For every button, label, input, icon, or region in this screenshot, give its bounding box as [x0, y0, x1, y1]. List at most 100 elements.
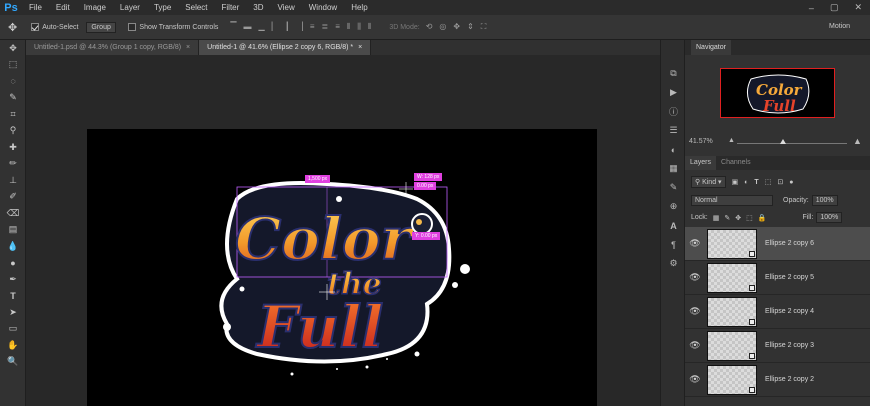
tab-close-icon[interactable]: × — [186, 44, 190, 51]
properties-panel-icon[interactable]: ☰ — [661, 121, 686, 140]
filter-type-icon[interactable]: T — [754, 179, 758, 186]
workspace-switcher[interactable]: Motion — [829, 23, 850, 30]
brush-panel-icon[interactable]: ✎ — [661, 178, 686, 197]
navigator-zoom-value[interactable]: 41.57% — [689, 138, 713, 145]
lock-all-icon[interactable]: 🔒 — [758, 214, 767, 222]
visibility-eye-icon[interactable]: 👁 — [685, 272, 705, 283]
3d-slide-icon[interactable]: ⇕ — [467, 22, 474, 32]
lasso-tool-icon[interactable]: ◌ — [0, 73, 26, 90]
dodge-tool-icon[interactable]: ● — [0, 255, 26, 272]
adjustments-panel-icon[interactable]: ◐ — [661, 140, 686, 159]
menu-image[interactable]: Image — [77, 0, 113, 15]
zoom-slider-handle[interactable] — [780, 139, 786, 144]
move-tool-icon[interactable]: ✥ — [0, 40, 26, 57]
character-panel-icon[interactable]: A — [661, 216, 686, 235]
menu-3d[interactable]: 3D — [246, 0, 270, 15]
align-bottom-icon[interactable]: ▁ — [259, 22, 265, 32]
filter-shape-icon[interactable]: ⬚ — [765, 178, 772, 186]
visibility-eye-icon[interactable]: 👁 — [685, 340, 705, 351]
zoom-slider[interactable] — [737, 143, 847, 144]
gradient-tool-icon[interactable]: ▤ — [0, 222, 26, 239]
3d-orbit-icon[interactable]: ⟲ — [426, 22, 433, 32]
hand-tool-icon[interactable]: ✋ — [0, 337, 26, 354]
layer-name[interactable]: Ellipse 2 copy 6 — [765, 240, 814, 247]
3d-roll-icon[interactable]: ◎ — [439, 22, 446, 32]
distribute-bottom-icon[interactable]: ≡ — [335, 22, 340, 32]
align-center-icon[interactable]: ┃ — [285, 22, 290, 32]
distribute-middle-icon[interactable]: ≣ — [322, 22, 329, 32]
close-button[interactable]: ✕ — [854, 2, 862, 13]
visibility-eye-icon[interactable]: 👁 — [685, 306, 705, 317]
blend-mode-select[interactable]: Normal — [691, 195, 773, 206]
tool-presets-panel-icon[interactable]: ⚙ — [661, 254, 686, 273]
menu-file[interactable]: File — [22, 0, 49, 15]
quick-select-tool-icon[interactable]: ✎ — [0, 90, 26, 107]
lock-pixels-icon[interactable]: ✎ — [724, 214, 730, 222]
tab-close-icon[interactable]: × — [358, 44, 362, 51]
info-panel-icon[interactable]: ⓘ — [661, 102, 686, 121]
3d-scale-icon[interactable]: ⛶ — [481, 22, 487, 32]
align-middle-icon[interactable]: ▬ — [244, 22, 252, 32]
zoom-tool-icon[interactable]: 🔍 — [0, 354, 26, 371]
minimize-button[interactable]: – — [809, 3, 814, 13]
filter-smart-object-icon[interactable]: ⊡ — [777, 178, 783, 186]
distribute-center-icon[interactable]: ⫼ — [357, 22, 361, 32]
document-canvas[interactable]: Color the Full 1,500 px W: 128 px 0.00 p… — [87, 129, 597, 406]
layer-name[interactable]: Ellipse 2 copy 4 — [765, 308, 814, 315]
filter-toggle-icon[interactable]: ● — [789, 179, 793, 186]
layer-row[interactable]: 👁 Ellipse 2 copy 6 — [685, 227, 870, 261]
blur-tool-icon[interactable]: 💧 — [0, 238, 26, 255]
lock-transparent-icon[interactable]: ▦ — [713, 214, 720, 222]
lock-position-icon[interactable]: ✥ — [735, 214, 741, 222]
tab-navigator[interactable]: Navigator — [691, 40, 731, 55]
actions-panel-icon[interactable]: ▶ — [661, 83, 686, 102]
marquee-tool-icon[interactable]: ⬚ — [0, 57, 26, 74]
filter-pixel-icon[interactable]: ▣ — [732, 178, 739, 186]
3d-pan-icon[interactable]: ✥ — [453, 22, 460, 32]
layer-name[interactable]: Ellipse 2 copy 2 — [765, 376, 814, 383]
auto-select-dropdown[interactable]: Group — [86, 21, 117, 33]
menu-window[interactable]: Window — [302, 0, 344, 15]
document-tab-active[interactable]: Untitled-1 @ 41.6% (Ellipse 2 copy 6, RG… — [199, 40, 372, 55]
pen-tool-icon[interactable]: ✒ — [0, 271, 26, 288]
transform-controls-option[interactable]: Show Transform Controls — [128, 23, 218, 31]
menu-layer[interactable]: Layer — [113, 0, 147, 15]
layer-name[interactable]: Ellipse 2 copy 5 — [765, 274, 814, 281]
auto-select-target[interactable]: Group — [86, 21, 117, 33]
auto-select-option[interactable]: Auto-Select — [31, 23, 78, 31]
swatches-panel-icon[interactable]: ▦ — [661, 159, 686, 178]
navigator-thumbnail[interactable]: Color Full — [720, 68, 835, 118]
path-select-tool-icon[interactable]: ➤ — [0, 304, 26, 321]
history-panel-icon[interactable]: ⧉ — [661, 64, 686, 83]
lock-artboard-icon[interactable]: ⬚ — [746, 214, 753, 222]
menu-edit[interactable]: Edit — [49, 0, 77, 15]
visibility-eye-icon[interactable]: 👁 — [685, 238, 705, 249]
layer-name[interactable]: Ellipse 2 copy 3 — [765, 342, 814, 349]
menu-filter[interactable]: Filter — [215, 0, 247, 15]
type-tool-icon[interactable]: T — [0, 288, 26, 305]
opacity-field[interactable]: 100% — [811, 195, 838, 206]
app-logo[interactable]: Ps — [0, 0, 22, 15]
eraser-tool-icon[interactable]: ⌫ — [0, 205, 26, 222]
visibility-eye-icon[interactable]: 👁 — [685, 374, 705, 385]
align-left-icon[interactable]: ▏ — [272, 22, 278, 32]
shape-tool-icon[interactable]: ▭ — [0, 321, 26, 338]
distribute-left-icon[interactable]: ⫴ — [347, 22, 350, 32]
move-tool-preset-icon[interactable]: ✥ — [8, 21, 17, 34]
fill-field[interactable]: 100% — [816, 212, 843, 223]
document-tab[interactable]: Untitled-1.psd @ 44.3% (Group 1 copy, RG… — [26, 40, 200, 55]
layer-row[interactable]: 👁 Ellipse 2 copy 3 — [685, 329, 870, 363]
layer-row[interactable]: 👁 Ellipse 2 copy 2 — [685, 363, 870, 397]
align-right-icon[interactable]: ▕ — [297, 22, 303, 32]
menu-type[interactable]: Type — [147, 0, 178, 15]
zoom-in-icon[interactable]: ▲ — [853, 136, 862, 146]
tab-channels[interactable]: Channels — [716, 156, 756, 170]
brush-tool-icon[interactable]: ✏ — [0, 156, 26, 173]
menu-view[interactable]: View — [271, 0, 302, 15]
menu-help[interactable]: Help — [344, 0, 374, 15]
filter-adjustment-icon[interactable]: ◐ — [744, 179, 748, 186]
zoom-out-icon[interactable]: ▲ — [728, 137, 735, 144]
clone-source-panel-icon[interactable]: ⊕ — [661, 197, 686, 216]
menu-select[interactable]: Select — [178, 0, 214, 15]
eyedropper-tool-icon[interactable]: ⚲ — [0, 123, 26, 140]
